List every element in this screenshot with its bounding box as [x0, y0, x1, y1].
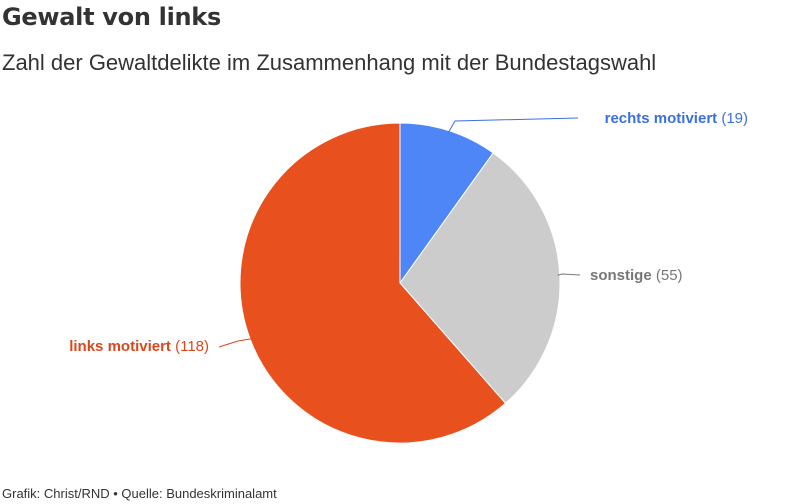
source-credit: Grafik: Christ/RND • Quelle: Bundeskrimi…: [2, 486, 277, 501]
slice-label-rechts-motiviert: rechts motiviert (19): [605, 110, 748, 127]
pie-chart: rechts motiviert (19) sonstige (55) links …: [69, 110, 748, 444]
leader-line-rechts-motiviert: [447, 117, 579, 133]
slice-label-links-motiviert: links motiviert (118): [69, 338, 209, 355]
slice-label-sonstige: sonstige (55): [590, 267, 683, 284]
leader-line-links-motiviert: [218, 338, 253, 348]
leader-line-sonstige: [557, 273, 581, 276]
